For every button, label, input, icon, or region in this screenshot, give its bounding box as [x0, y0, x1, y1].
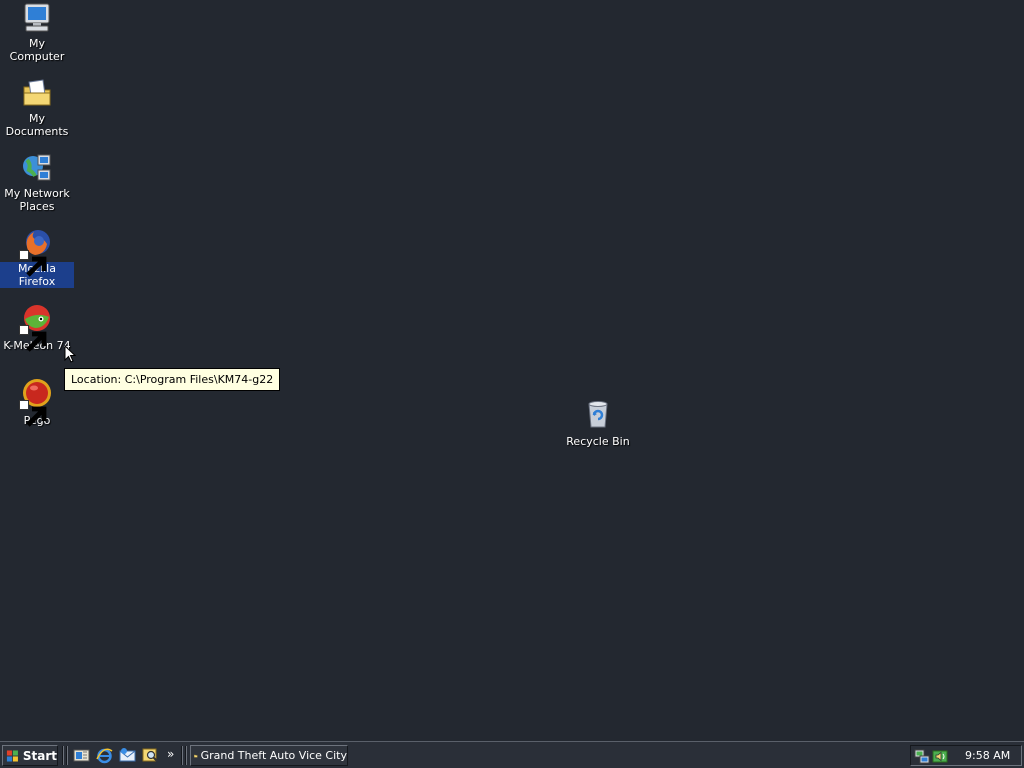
taskbar: Start » Grand Theft Auto Vice City 9:58 … — [0, 741, 1024, 768]
desktop[interactable]: My Computer My Documents My Network Plac… — [0, 0, 1024, 741]
desktop-icon-my-network-places[interactable]: My Network Places — [0, 152, 74, 214]
desktop-icon-label: My Documents — [5, 112, 69, 138]
folder-icon — [194, 754, 198, 757]
pego-icon — [19, 377, 53, 427]
my-documents-icon — [21, 77, 53, 109]
shortcut-arrow-icon — [19, 400, 47, 427]
clock[interactable]: 9:58 AM — [965, 749, 1010, 762]
system-tray: 9:58 AM — [910, 745, 1022, 766]
icon-tooltip: Location: C:\Program Files\KM74-g22 — [64, 368, 281, 391]
desktop-icon-recycle-bin[interactable]: Recycle Bin — [561, 398, 635, 449]
recycle-bin-icon — [582, 398, 614, 430]
desktop-icon-label: My Network Places — [4, 187, 70, 213]
desktop-icon-pego[interactable]: Pego — [0, 377, 74, 428]
desktop-icon-my-computer[interactable]: My Computer — [0, 2, 74, 64]
desktop-icon-mozilla-firefox[interactable]: Mozilla Firefox — [0, 227, 74, 289]
my-computer-icon — [21, 2, 53, 34]
windows-logo-icon — [6, 749, 18, 762]
firefox-icon — [19, 227, 53, 277]
start-label: Start — [22, 748, 57, 763]
taskbar-button-label: Grand Theft Auto Vice City — [200, 749, 347, 762]
search-icon[interactable] — [142, 747, 159, 764]
desktop-icon-label: Recycle Bin — [566, 435, 630, 448]
internet-explorer-icon[interactable] — [96, 747, 113, 764]
network-icon[interactable] — [914, 748, 930, 764]
outlook-express-icon[interactable] — [119, 747, 136, 764]
k-meleon-icon — [19, 302, 53, 352]
show-desktop-icon[interactable] — [73, 747, 90, 764]
desktop-icon-k-meleon[interactable]: K-Meleon 74 — [0, 302, 74, 353]
desktop-icon-label: My Computer — [9, 37, 65, 63]
taskbar-button-gta-vice-city[interactable]: Grand Theft Auto Vice City — [190, 745, 348, 766]
start-button[interactable]: Start — [2, 745, 58, 766]
taskbar-separator — [62, 746, 64, 765]
shortcut-arrow-icon — [19, 250, 47, 277]
volume-icon[interactable] — [932, 748, 948, 764]
desktop-icon-my-documents[interactable]: My Documents — [0, 77, 74, 139]
taskbar-separator — [181, 746, 183, 765]
shortcut-arrow-icon — [19, 325, 47, 352]
taskbar-separator — [185, 746, 187, 765]
quick-launch-more-button[interactable]: » — [167, 747, 174, 761]
my-network-places-icon — [21, 152, 53, 184]
taskbar-separator — [66, 746, 68, 765]
mouse-cursor-icon — [64, 344, 77, 364]
